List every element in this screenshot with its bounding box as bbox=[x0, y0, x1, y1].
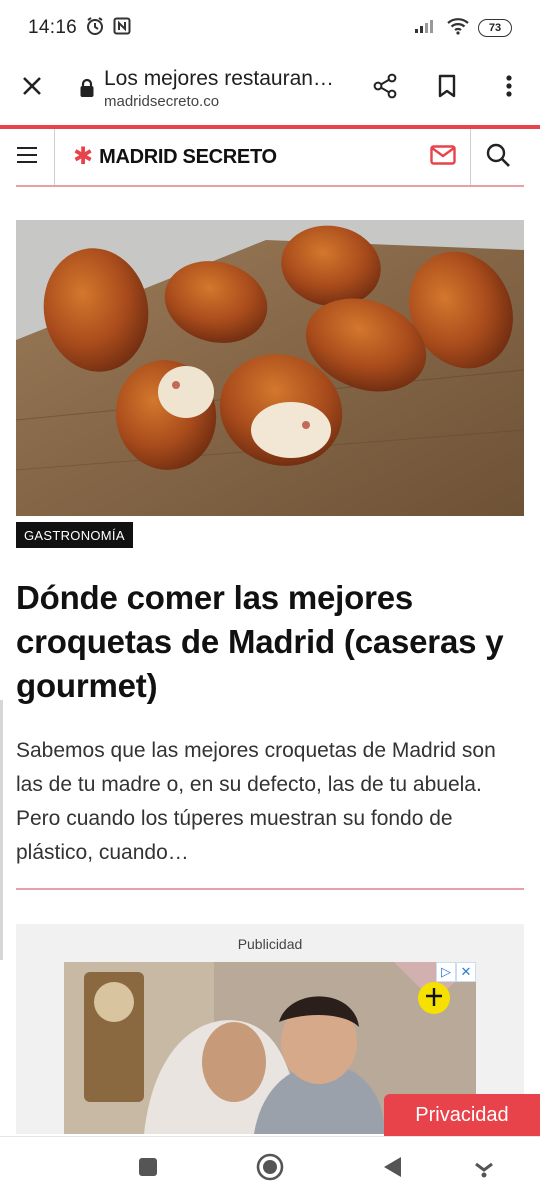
ad-info-icon[interactable]: ▷ bbox=[436, 962, 456, 982]
logo-text: MADRID SECRETO bbox=[99, 145, 277, 168]
article-image[interactable] bbox=[16, 220, 524, 516]
more-options-button[interactable] bbox=[478, 56, 540, 120]
share-button[interactable] bbox=[354, 56, 416, 120]
close-icon bbox=[21, 75, 43, 102]
menu-button[interactable] bbox=[0, 129, 55, 185]
url-bar[interactable]: Los mejores restauran… madridsecreto.co bbox=[104, 67, 344, 110]
bookmark-icon bbox=[437, 74, 457, 103]
article-divider bbox=[16, 888, 524, 890]
bookmark-button[interactable] bbox=[416, 56, 478, 120]
ad-label: Publicidad bbox=[237, 936, 303, 952]
recents-button[interactable] bbox=[118, 1137, 178, 1200]
battery-level: 73 bbox=[488, 22, 502, 34]
more-vert-icon bbox=[505, 74, 513, 103]
ad-close-icon[interactable]: ✕ bbox=[456, 962, 476, 982]
wifi-icon bbox=[446, 17, 470, 40]
back-button[interactable] bbox=[362, 1137, 422, 1200]
home-circle-icon bbox=[255, 1152, 285, 1187]
status-bar: 14:16 73 bbox=[0, 0, 540, 56]
home-button[interactable] bbox=[240, 1137, 300, 1200]
recents-square-icon bbox=[137, 1156, 159, 1183]
browser-toolbar: Los mejores restauran… madridsecreto.co bbox=[0, 56, 540, 120]
lock-icon[interactable] bbox=[76, 78, 98, 98]
assistant-icon bbox=[473, 1156, 495, 1183]
page-domain: madridsecreto.co bbox=[104, 92, 220, 110]
mail-icon bbox=[430, 144, 456, 170]
scroll-edge bbox=[0, 700, 3, 960]
page-title: Los mejores restauran… bbox=[104, 66, 334, 90]
header-divider bbox=[16, 185, 524, 187]
site-header: ✱ MADRID SECRETO bbox=[0, 129, 540, 185]
logo-star-icon: ✱ bbox=[73, 143, 94, 170]
ad-choices: ▷ ✕ bbox=[436, 962, 476, 982]
back-triangle-icon bbox=[381, 1155, 403, 1184]
newsletter-button[interactable] bbox=[416, 129, 470, 185]
signal-icon bbox=[414, 18, 438, 39]
share-icon bbox=[372, 73, 398, 104]
croquetas-image bbox=[16, 220, 524, 516]
search-icon bbox=[485, 142, 511, 173]
privacy-button[interactable]: Privacidad bbox=[384, 1094, 540, 1136]
close-tab-button[interactable] bbox=[0, 56, 64, 120]
assistant-button[interactable] bbox=[454, 1137, 514, 1200]
nfc-icon bbox=[113, 17, 131, 40]
article-excerpt: Sabemos que las mejores croquetas de Mad… bbox=[16, 739, 496, 864]
menu-icon bbox=[16, 146, 38, 169]
status-time: 14:16 bbox=[28, 17, 78, 38]
article-headline[interactable]: Dónde comer las mejores croquetas de Mad… bbox=[16, 576, 526, 708]
system-nav-bar bbox=[0, 1136, 540, 1200]
site-logo[interactable]: ✱ MADRID SECRETO bbox=[73, 145, 277, 169]
search-button[interactable] bbox=[470, 129, 524, 185]
battery-icon: 73 bbox=[478, 19, 512, 37]
alarm-icon bbox=[85, 16, 105, 41]
category-tag[interactable]: GASTRONOMÍA bbox=[16, 522, 133, 548]
